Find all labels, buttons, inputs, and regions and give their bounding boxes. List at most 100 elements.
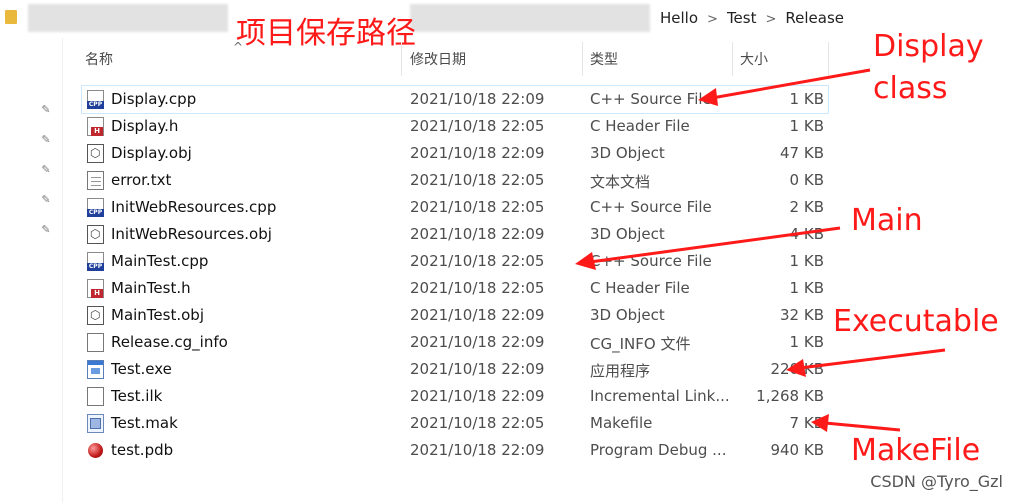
address-bar: Hello > Test > Release	[0, 0, 1017, 38]
pin-icon[interactable]: ✎	[40, 164, 52, 176]
file-row-maintest-cpp[interactable]: MainTest.cpp 2021/10/18 22:05 C++ Source…	[82, 248, 828, 275]
file-date: 2021/10/18 22:05	[410, 414, 545, 432]
breadcrumb: Hello > Test > Release	[660, 9, 844, 27]
blurred-path	[28, 4, 228, 32]
file-size: 1 KB	[789, 90, 824, 108]
file-row-display-obj[interactable]: Display.obj 2021/10/18 22:09 3D Object 4…	[82, 140, 828, 167]
breadcrumb-item-test[interactable]: Test	[727, 9, 757, 27]
file-row-test-exe[interactable]: Test.exe 2021/10/18 22:09 应用程序 220 KB	[82, 356, 828, 383]
file-row-maintest-obj[interactable]: MainTest.obj 2021/10/18 22:09 3D Object …	[82, 302, 828, 329]
file-name: InitWebResources.cpp	[111, 198, 277, 216]
file-type: C Header File	[590, 279, 690, 297]
annotation-project-path: 项目保存路径	[236, 16, 416, 51]
cpp-file-icon	[87, 198, 104, 217]
file-row-maintest-h[interactable]: MainTest.h 2021/10/18 22:05 C Header Fil…	[82, 275, 828, 302]
file-size: 1 KB	[789, 333, 824, 351]
pin-icon[interactable]: ✎	[40, 194, 52, 206]
file-size: 1 KB	[789, 279, 824, 297]
file-type: 3D Object	[590, 225, 665, 243]
file-type: 3D Object	[590, 144, 665, 162]
file-row-initwebresources-cpp[interactable]: InitWebResources.cpp 2021/10/18 22:05 C+…	[82, 194, 828, 221]
object-file-icon	[87, 144, 104, 163]
pin-icon[interactable]: ✎	[40, 134, 52, 146]
file-size: 940 KB	[770, 441, 824, 459]
file-name: MainTest.h	[111, 279, 191, 297]
file-row-error-txt[interactable]: error.txt 2021/10/18 22:05 文本文档 0 KB	[82, 167, 828, 194]
file-date: 2021/10/18 22:09	[410, 333, 545, 351]
file-row-initwebresources-obj[interactable]: InitWebResources.obj 2021/10/18 22:09 3D…	[82, 221, 828, 248]
file-date: 2021/10/18 22:05	[410, 171, 545, 189]
file-name: Test.exe	[111, 360, 172, 378]
file-date: 2021/10/18 22:05	[410, 252, 545, 270]
file-row-test-pdb[interactable]: test.pdb 2021/10/18 22:09 Program Debug …	[82, 437, 828, 464]
arrow-to-test-mak	[824, 421, 901, 432]
makefile-icon	[87, 414, 104, 433]
file-type: CG_INFO 文件	[590, 335, 691, 353]
file-type: Incremental Link...	[590, 387, 730, 405]
file-row-display-cpp[interactable]: Display.cpp 2021/10/18 22:09 C++ Source …	[81, 85, 829, 114]
file-row-release-cg-info[interactable]: Release.cg_info 2021/10/18 22:09 CG_INFO…	[82, 329, 828, 356]
debug-database-file-icon	[88, 443, 103, 458]
executable-file-icon	[87, 360, 104, 379]
file-row-test-ilk[interactable]: Test.ilk 2021/10/18 22:09 Incremental Li…	[82, 383, 828, 410]
file-name: Display.cpp	[111, 90, 197, 108]
file-date: 2021/10/18 22:09	[410, 387, 545, 405]
file-name: test.pdb	[111, 441, 174, 459]
file-date: 2021/10/18 22:09	[410, 144, 545, 162]
file-name: InitWebResources.obj	[111, 225, 272, 243]
file-date: 2021/10/18 22:05	[410, 279, 545, 297]
annotation-display: Display	[873, 29, 984, 64]
file-date: 2021/10/18 22:05	[410, 198, 545, 216]
file-name: Release.cg_info	[111, 333, 228, 351]
chevron-right-icon: >	[707, 12, 718, 27]
file-size: 4 KB	[789, 225, 824, 243]
file-size: 220 KB	[770, 360, 824, 378]
file-size: 7 KB	[789, 414, 824, 432]
object-file-icon	[87, 306, 104, 325]
file-date: 2021/10/18 22:05	[410, 117, 545, 135]
column-divider[interactable]	[582, 42, 583, 76]
file-name: Test.mak	[111, 414, 178, 432]
file-name: MainTest.cpp	[111, 252, 209, 270]
file-size: 1 KB	[789, 252, 824, 270]
file-type: C Header File	[590, 117, 690, 135]
column-header-date[interactable]: 修改日期	[410, 49, 466, 69]
file-size: 0 KB	[789, 171, 824, 189]
file-type: C++ Source File	[590, 198, 712, 216]
file-type: 应用程序	[590, 362, 651, 380]
cpp-file-icon	[87, 252, 104, 271]
file-date: 2021/10/18 22:09	[410, 90, 545, 108]
file-row-display-h[interactable]: Display.h 2021/10/18 22:05 C Header File…	[82, 113, 828, 140]
column-divider[interactable]	[828, 42, 829, 76]
column-divider[interactable]	[732, 42, 733, 76]
pin-icon[interactable]: ✎	[40, 224, 52, 236]
file-size: 32 KB	[780, 306, 824, 324]
file-date: 2021/10/18 22:09	[410, 225, 545, 243]
breadcrumb-item-hello[interactable]: Hello	[660, 9, 698, 27]
file-name: Test.ilk	[111, 387, 163, 405]
pin-icon[interactable]: ✎	[40, 104, 52, 116]
folder-icon	[5, 10, 17, 24]
file-size: 2 KB	[789, 198, 824, 216]
column-header-size[interactable]: 大小	[740, 49, 768, 69]
breadcrumb-item-release[interactable]: Release	[785, 9, 844, 27]
file-type: C++ Source File	[590, 90, 712, 108]
annotation-main: Main	[851, 203, 923, 238]
file-row-test-mak[interactable]: Test.mak 2021/10/18 22:05 Makefile 7 KB	[82, 410, 828, 437]
column-divider[interactable]	[401, 42, 402, 76]
header-file-icon	[87, 279, 104, 298]
object-file-icon	[87, 225, 104, 244]
cpp-file-icon	[87, 90, 104, 109]
annotation-class: class	[873, 71, 948, 106]
file-size: 1,268 KB	[756, 387, 824, 405]
file-size: 47 KB	[780, 144, 824, 162]
file-type: Program Debug ...	[590, 441, 727, 459]
file-type: 3D Object	[590, 306, 665, 324]
watermark: CSDN @Tyro_Gzl	[870, 472, 1003, 491]
file-name: Display.h	[111, 117, 179, 135]
file-name: MainTest.obj	[111, 306, 204, 324]
file-size: 1 KB	[789, 117, 824, 135]
column-header-type[interactable]: 类型	[590, 49, 618, 69]
column-header-name[interactable]: 名称	[85, 49, 113, 69]
file-type: C++ Source File	[590, 252, 712, 270]
